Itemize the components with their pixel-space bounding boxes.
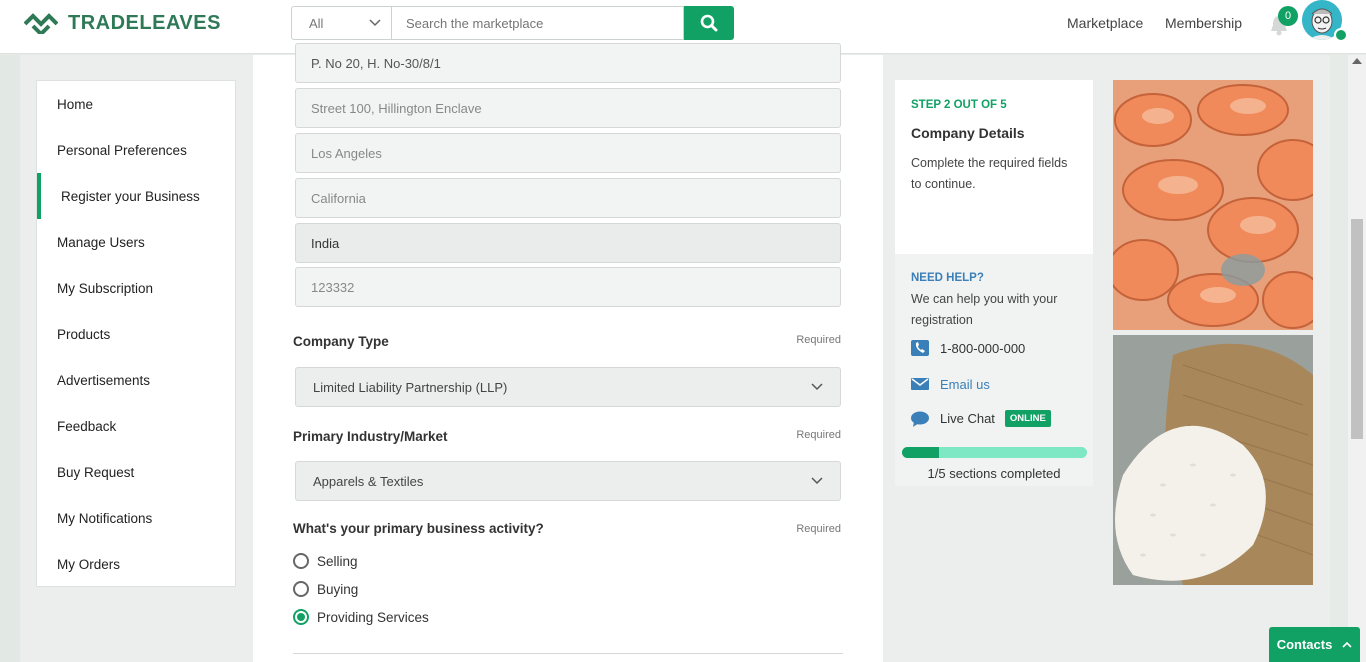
company-type-required: Required xyxy=(796,334,841,346)
activity-required: Required xyxy=(796,523,841,535)
industry-required: Required xyxy=(796,429,841,441)
live-chat-label: Live Chat xyxy=(940,411,995,426)
sidebar-item-advertisements[interactable]: Advertisements xyxy=(57,373,150,388)
contacts-button[interactable]: Contacts xyxy=(1269,627,1360,662)
zip-field[interactable]: 123332 xyxy=(295,267,841,307)
nav-membership[interactable]: Membership xyxy=(1165,15,1242,31)
activity-label: What's your primary business activity? xyxy=(293,521,544,536)
industry-value: Apparels & Textiles xyxy=(313,473,424,489)
step-title: Company Details xyxy=(911,125,1025,141)
progress-text: 1/5 sections completed xyxy=(927,466,1061,481)
company-type-value: Limited Liability Partnership (LLP) xyxy=(313,379,508,395)
radio-selling-label: Selling xyxy=(317,553,358,569)
phone-contact[interactable]: 1-800-000-000 xyxy=(911,340,1025,356)
search-input[interactable] xyxy=(391,6,684,40)
sidebar-item-register-business[interactable]: Register your Business xyxy=(61,189,200,204)
phone-icon xyxy=(911,340,929,356)
need-help-description: We can help you with your registration xyxy=(911,292,1058,327)
sidebar-item-home[interactable]: Home xyxy=(57,97,93,112)
company-details-form: P. No 20, H. No-30/8/1 Street 100, Hilli… xyxy=(253,43,883,662)
step-indicator: STEP 2 OUT OF 5 xyxy=(911,99,1007,111)
state-field[interactable]: California xyxy=(295,178,841,218)
active-indicator xyxy=(37,173,41,219)
sidebar-item-my-notifications[interactable]: My Notifications xyxy=(57,511,152,526)
contacts-label: Contacts xyxy=(1276,637,1333,652)
notification-badge: 0 xyxy=(1278,6,1298,26)
rice-photo-icon xyxy=(1113,335,1313,585)
registration-progress-bar xyxy=(902,447,1087,458)
brand-name: TRADELEAVES xyxy=(68,11,221,34)
email-contact[interactable]: Email us xyxy=(911,376,990,392)
registration-step-card: STEP 2 OUT OF 5 Company Details Complete… xyxy=(895,80,1093,486)
online-status-icon xyxy=(1334,28,1348,42)
radio-buying[interactable]: Buying xyxy=(293,581,358,597)
radio-buying-label: Buying xyxy=(317,581,359,597)
shrimp-photo-icon xyxy=(1113,80,1313,330)
sidebar-item-buy-request[interactable]: Buy Request xyxy=(57,465,134,480)
sidebar-item-manage-users[interactable]: Manage Users xyxy=(57,235,145,250)
industry-label: Primary Industry/Market xyxy=(293,429,448,444)
radio-circle[interactable] xyxy=(293,581,309,597)
search-category-select[interactable]: All xyxy=(291,6,391,40)
chevron-down-icon xyxy=(369,19,381,27)
form-divider xyxy=(293,653,843,654)
company-type-select[interactable]: Limited Liability Partnership (LLP) xyxy=(295,367,841,407)
scroll-thumb[interactable] xyxy=(1351,219,1363,439)
account-sidebar: Home Personal Preferences Register your … xyxy=(36,80,236,587)
envelope-icon xyxy=(911,378,929,390)
scroll-up-icon[interactable] xyxy=(1352,58,1362,64)
sidebar-item-feedback[interactable]: Feedback xyxy=(57,419,116,434)
radio-circle[interactable] xyxy=(293,553,309,569)
email-link[interactable]: Email us xyxy=(940,377,990,392)
rice-sack-image[interactable] xyxy=(1113,335,1313,585)
search-button[interactable] xyxy=(684,6,734,40)
sidebar-item-my-orders[interactable]: My Orders xyxy=(57,557,120,572)
progress-fill xyxy=(902,447,939,458)
industry-select[interactable]: Apparels & Textiles xyxy=(295,461,841,501)
sidebar-item-products[interactable]: Products xyxy=(57,327,110,342)
chevron-up-icon xyxy=(1342,641,1352,648)
sidebar-item-my-subscription[interactable]: My Subscription xyxy=(57,281,153,296)
step-description: Complete the required fields to continue… xyxy=(911,156,1068,191)
city-field[interactable]: Los Angeles xyxy=(295,133,841,173)
chevron-down-icon xyxy=(811,383,823,391)
radio-providing-services[interactable]: Providing Services xyxy=(293,609,429,625)
shrimp-image[interactable] xyxy=(1113,80,1313,330)
search-icon xyxy=(700,14,718,32)
left-edge xyxy=(0,55,20,662)
brand-logo[interactable]: TRADELEAVES xyxy=(24,10,221,36)
radio-providing-services-label: Providing Services xyxy=(317,609,429,625)
country-field[interactable]: India xyxy=(295,223,841,263)
radio-selling[interactable]: Selling xyxy=(293,553,358,569)
need-help-title: NEED HELP? xyxy=(911,272,984,284)
leaf-logo-icon xyxy=(24,13,58,34)
company-type-label: Company Type xyxy=(293,334,389,349)
sidebar-item-personal-preferences[interactable]: Personal Preferences xyxy=(57,143,187,158)
phone-number: 1-800-000-000 xyxy=(940,340,1026,356)
chevron-down-icon xyxy=(811,477,823,485)
radio-circle-checked[interactable] xyxy=(293,609,309,625)
search-bar: All xyxy=(291,6,734,40)
address-line1-field[interactable]: P. No 20, H. No-30/8/1 xyxy=(295,43,841,83)
search-category-value: All xyxy=(309,15,324,31)
address-line2-field[interactable]: Street 100, Hillington Enclave xyxy=(295,88,841,128)
live-chat-contact[interactable]: Live Chat ONLINE xyxy=(911,410,1051,427)
chat-bubble-icon xyxy=(911,411,929,427)
online-badge: ONLINE xyxy=(1004,410,1051,427)
nav-marketplace[interactable]: Marketplace xyxy=(1067,15,1143,31)
